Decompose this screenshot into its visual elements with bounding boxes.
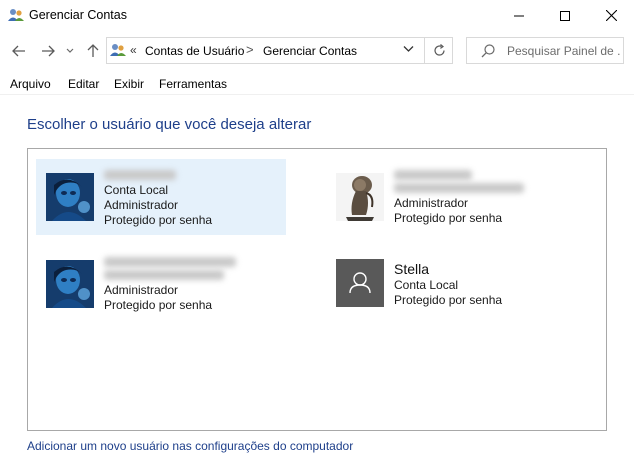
user-avatar xyxy=(46,260,94,308)
account-3-text: Administrador Protegido por senha xyxy=(104,254,236,313)
maximize-icon xyxy=(560,10,570,21)
account-tile-2[interactable]: Administrador Protegido por senha xyxy=(326,159,576,235)
back-button[interactable] xyxy=(10,42,28,60)
close-button[interactable] xyxy=(588,0,634,31)
account-tile-1[interactable]: Conta Local Administrador Protegido por … xyxy=(36,159,286,235)
user-avatar xyxy=(336,173,384,221)
account-2-detail-1: Administrador xyxy=(394,196,469,210)
menu-editar[interactable]: Editar xyxy=(68,77,99,91)
obscured-account-email xyxy=(104,270,224,280)
minimize-icon xyxy=(514,15,524,16)
address-overflow-chevron[interactable]: « xyxy=(130,43,137,57)
title-bar: Gerenciar Contas xyxy=(0,0,634,31)
obscured-account-name xyxy=(104,170,176,180)
add-new-user-link[interactable]: Adicionar um novo usuário nas configuraç… xyxy=(27,439,353,453)
close-icon xyxy=(605,10,617,21)
account-1-detail-1: Conta Local xyxy=(104,183,169,197)
account-4-text: Stella Conta Local Protegido por senha xyxy=(394,260,502,308)
up-button[interactable] xyxy=(84,42,102,60)
account-1-detail-3: Protegido por senha xyxy=(104,213,213,227)
search-placeholder: Pesquisar Painel de ... xyxy=(507,44,621,58)
address-dropdown-chevron-icon[interactable] xyxy=(403,45,414,53)
search-icon xyxy=(481,44,495,58)
default-user-avatar xyxy=(336,259,384,307)
obscured-account-name xyxy=(104,257,236,267)
page-heading: Escolher o usuário que você deseja alter… xyxy=(27,116,312,133)
window-title: Gerenciar Contas xyxy=(29,8,127,22)
minimize-button[interactable] xyxy=(496,0,542,31)
breadcrumb-contas-de-usuario[interactable]: Contas de Usuário xyxy=(145,44,244,58)
address-bar[interactable]: « Contas de Usuário > Gerenciar Contas xyxy=(106,37,453,64)
recent-locations-chevron-icon xyxy=(66,48,74,53)
account-1-detail-2: Administrador xyxy=(104,198,179,212)
user-avatar xyxy=(46,173,94,221)
user-accounts-icon xyxy=(8,9,24,21)
up-arrow-icon xyxy=(87,44,99,57)
recent-locations-button[interactable] xyxy=(64,42,76,60)
refresh-button[interactable] xyxy=(424,38,454,63)
back-arrow-icon xyxy=(12,45,25,57)
default-user-icon xyxy=(349,272,371,294)
menu-arquivo[interactable]: Arquivo xyxy=(10,77,51,91)
account-4-detail-2: Protegido por senha xyxy=(394,293,503,307)
account-3-detail-1: Administrador xyxy=(104,283,179,297)
account-2-detail-2: Protegido por senha xyxy=(394,211,503,225)
forward-button[interactable] xyxy=(39,42,57,60)
refresh-icon xyxy=(434,44,445,56)
account-4-detail-1: Conta Local xyxy=(394,278,459,292)
account-tile-4[interactable]: Stella Conta Local Protegido por senha xyxy=(326,246,576,322)
menu-exibir[interactable]: Exibir xyxy=(114,77,144,91)
breadcrumb-separator[interactable]: > xyxy=(246,42,254,57)
account-1-text: Conta Local Administrador Protegido por … xyxy=(104,167,212,228)
obscured-account-name xyxy=(394,170,472,180)
account-4-name: Stella xyxy=(394,261,430,277)
account-tile-3[interactable]: Administrador Protegido por senha xyxy=(36,246,286,322)
account-3-detail-2: Protegido por senha xyxy=(104,298,213,312)
forward-arrow-icon xyxy=(42,45,55,57)
breadcrumb-gerenciar-contas[interactable]: Gerenciar Contas xyxy=(263,44,357,58)
obscured-account-email xyxy=(394,183,524,193)
user-accounts-icon xyxy=(110,44,126,56)
maximize-button[interactable] xyxy=(542,0,588,31)
accounts-panel: Conta Local Administrador Protegido por … xyxy=(27,148,607,431)
search-box[interactable]: Pesquisar Painel de ... xyxy=(466,37,624,64)
account-2-text: Administrador Protegido por senha xyxy=(394,167,524,226)
menu-divider xyxy=(0,94,634,95)
menu-ferramentas[interactable]: Ferramentas xyxy=(159,77,227,91)
